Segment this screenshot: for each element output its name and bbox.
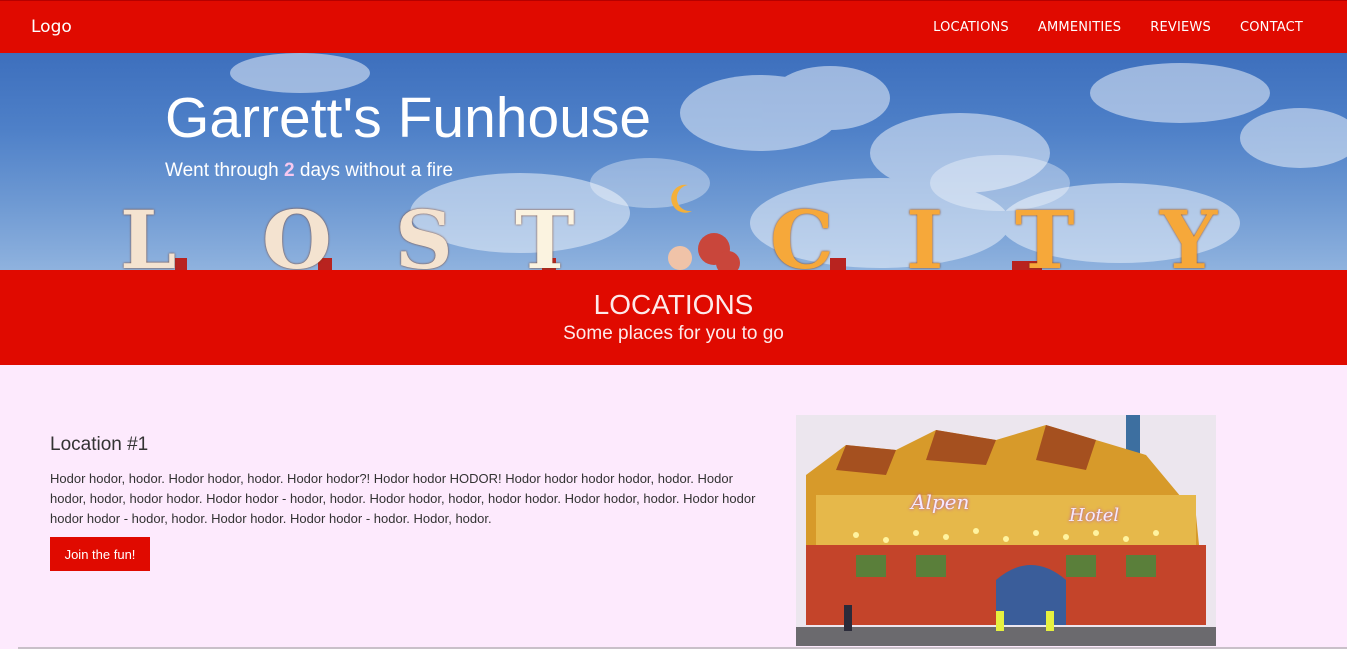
location-card: Location #1 Hodor hodor, hodor. Hodor ho… <box>50 434 760 529</box>
sign-letter: C <box>770 193 834 270</box>
nav-link-ammenities[interactable]: AMMENITIES <box>1038 20 1121 35</box>
hero-subtitle-suffix: days without a fire <box>294 160 454 181</box>
location-photo: Alpen Hotel <box>796 415 1216 646</box>
hero-title: Garrett's Funhouse <box>165 86 652 150</box>
nav-link-reviews[interactable]: REVIEWS <box>1150 20 1211 35</box>
navbar: Logo LOCATIONS AMMENITIES REVIEWS CONTAC… <box>0 0 1347 53</box>
join-the-fun-button[interactable]: Join the fun! <box>50 537 150 571</box>
hero-subtitle-prefix: Went through <box>165 160 285 181</box>
nav-link-locations[interactable]: LOCATIONS <box>933 20 1009 35</box>
sign-letter: I <box>906 193 944 270</box>
hero-subtitle: Went through 2 days without a fire <box>165 160 453 182</box>
locations-subtitle: Some places for you to go <box>563 323 784 344</box>
sign-letter: T <box>1015 193 1075 270</box>
locations-title: LOCATIONS <box>593 289 754 320</box>
sign-letter: Y <box>1160 193 1218 270</box>
nav-link-contact[interactable]: CONTACT <box>1240 20 1303 35</box>
hero-banner: L O S T C I T Y Garrett's Funhouse Went … <box>0 53 1347 270</box>
location-description: Hodor hodor, hodor. Hodor hodor, hodor. … <box>50 471 756 526</box>
sign-letter: L <box>120 193 177 270</box>
location-heading: Location #1 <box>50 434 149 455</box>
funhouse-photo-image <box>796 415 1216 646</box>
days-without-fire-count: 2 <box>284 160 295 181</box>
sign-letter: T <box>515 193 575 270</box>
nav-links: LOCATIONS AMMENITIES REVIEWS CONTACT <box>933 20 1303 35</box>
sign-letter: S <box>395 193 453 270</box>
hotel-sign: Hotel <box>1069 505 1120 526</box>
alpen-sign: Alpen <box>911 490 970 514</box>
logo-link[interactable]: Logo <box>31 17 72 37</box>
locations-section-header: LOCATIONS Some places for you to go <box>0 270 1347 365</box>
sign-letter: O <box>262 193 332 270</box>
